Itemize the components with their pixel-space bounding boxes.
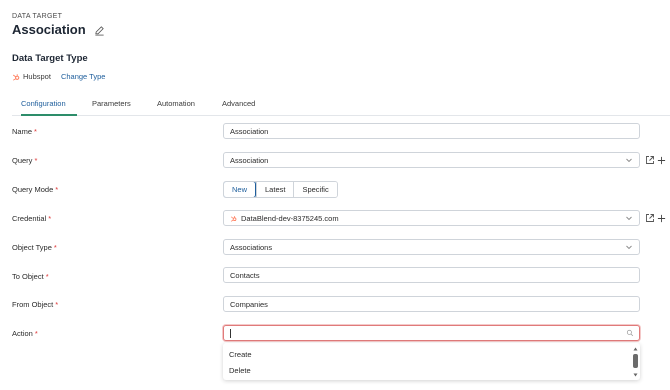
name-label: Name *	[12, 127, 37, 136]
object-type-label: Object Type *	[12, 243, 57, 252]
to-object-label: To Object *	[12, 272, 49, 281]
external-link-icon[interactable]	[645, 213, 655, 223]
chevron-down-icon	[625, 243, 633, 251]
query-select[interactable]: Association	[223, 152, 640, 168]
tab-label: Parameters	[92, 99, 131, 108]
query-mode-specific-button[interactable]: Specific	[293, 182, 337, 197]
query-actions	[645, 155, 666, 165]
label-text: Action	[12, 329, 33, 338]
credential-select[interactable]: DataBlend-dev-8375245.com	[223, 210, 640, 226]
query-value: Association	[230, 155, 269, 165]
chevron-down-icon	[625, 156, 633, 164]
page-overline: DATA TARGET	[12, 13, 63, 20]
target-type-title: Data Target Type	[12, 53, 88, 64]
tab-parameters[interactable]: Parameters	[92, 96, 141, 115]
label-text: Name	[12, 127, 33, 136]
from-object-label: From Object *	[12, 300, 58, 309]
plus-icon[interactable]	[657, 156, 666, 165]
label-text: From Object	[12, 300, 54, 309]
from-object-input[interactable]: Companies	[223, 296, 640, 312]
page-title: Association	[12, 22, 86, 37]
action-option-delete[interactable]: Delete	[229, 366, 251, 375]
chevron-down-icon	[625, 214, 633, 222]
label-text: To Object	[12, 272, 44, 281]
scroll-up-icon[interactable]	[633, 347, 638, 351]
external-link-icon[interactable]	[645, 155, 655, 165]
tab-automation[interactable]: Automation	[157, 96, 207, 115]
credential-actions	[645, 213, 666, 223]
required-mark: *	[34, 127, 37, 136]
query-label: Query *	[12, 156, 37, 165]
label-text: Credential	[12, 214, 47, 223]
tab-label: Advanced	[222, 99, 256, 108]
name-value: Association	[230, 126, 269, 136]
text-caret	[230, 328, 231, 338]
label-text: Object Type	[12, 243, 52, 252]
tab-bar: Configuration Parameters Automation Adva…	[12, 96, 670, 116]
query-mode-new-button[interactable]: New	[223, 182, 257, 197]
label-text: Query Mode	[12, 185, 54, 194]
tab-advanced[interactable]: Advanced	[222, 96, 272, 115]
action-search-input[interactable]	[223, 325, 640, 341]
action-option-create[interactable]: Create	[229, 350, 252, 359]
target-type-row: Hubspot Change Type	[12, 72, 105, 81]
hubspot-icon	[230, 215, 237, 222]
label-text: Query	[12, 156, 33, 165]
query-mode-latest-button[interactable]: Latest	[256, 182, 294, 197]
required-mark: *	[34, 156, 38, 165]
title-row: Association	[12, 22, 105, 37]
target-type-name: Hubspot	[23, 72, 51, 81]
credential-value: DataBlend-dev-8375245.com	[241, 213, 339, 223]
tab-label: Configuration	[21, 99, 66, 108]
action-label: Action *	[12, 329, 38, 338]
pencil-icon[interactable]	[94, 25, 105, 36]
scroll-thumb[interactable]	[633, 354, 638, 368]
hubspot-icon	[12, 73, 20, 81]
name-input[interactable]: Association	[223, 123, 640, 139]
to-object-value: Contacts	[230, 270, 260, 280]
required-mark: *	[55, 300, 59, 309]
from-object-value: Companies	[230, 299, 268, 309]
credential-label: Credential *	[12, 214, 51, 223]
required-mark: *	[53, 243, 57, 252]
required-mark: *	[55, 185, 59, 194]
search-icon	[626, 329, 634, 337]
query-mode-segmented-control: New Latest Specific	[223, 181, 338, 198]
tab-label: Automation	[157, 99, 195, 108]
tab-configuration[interactable]: Configuration	[21, 96, 77, 116]
action-dropdown: Create Delete	[223, 343, 640, 380]
required-mark: *	[34, 329, 38, 338]
required-mark: *	[48, 214, 52, 223]
query-mode-label: Query Mode *	[12, 185, 58, 194]
dropdown-scrollbar[interactable]	[633, 347, 638, 377]
scroll-down-icon[interactable]	[633, 373, 638, 377]
to-object-input[interactable]: Contacts	[223, 267, 640, 283]
change-type-link[interactable]: Change Type	[61, 72, 105, 81]
object-type-value: Associations	[230, 242, 273, 252]
plus-icon[interactable]	[657, 214, 666, 223]
required-mark: *	[45, 272, 49, 281]
object-type-select[interactable]: Associations	[223, 239, 640, 255]
